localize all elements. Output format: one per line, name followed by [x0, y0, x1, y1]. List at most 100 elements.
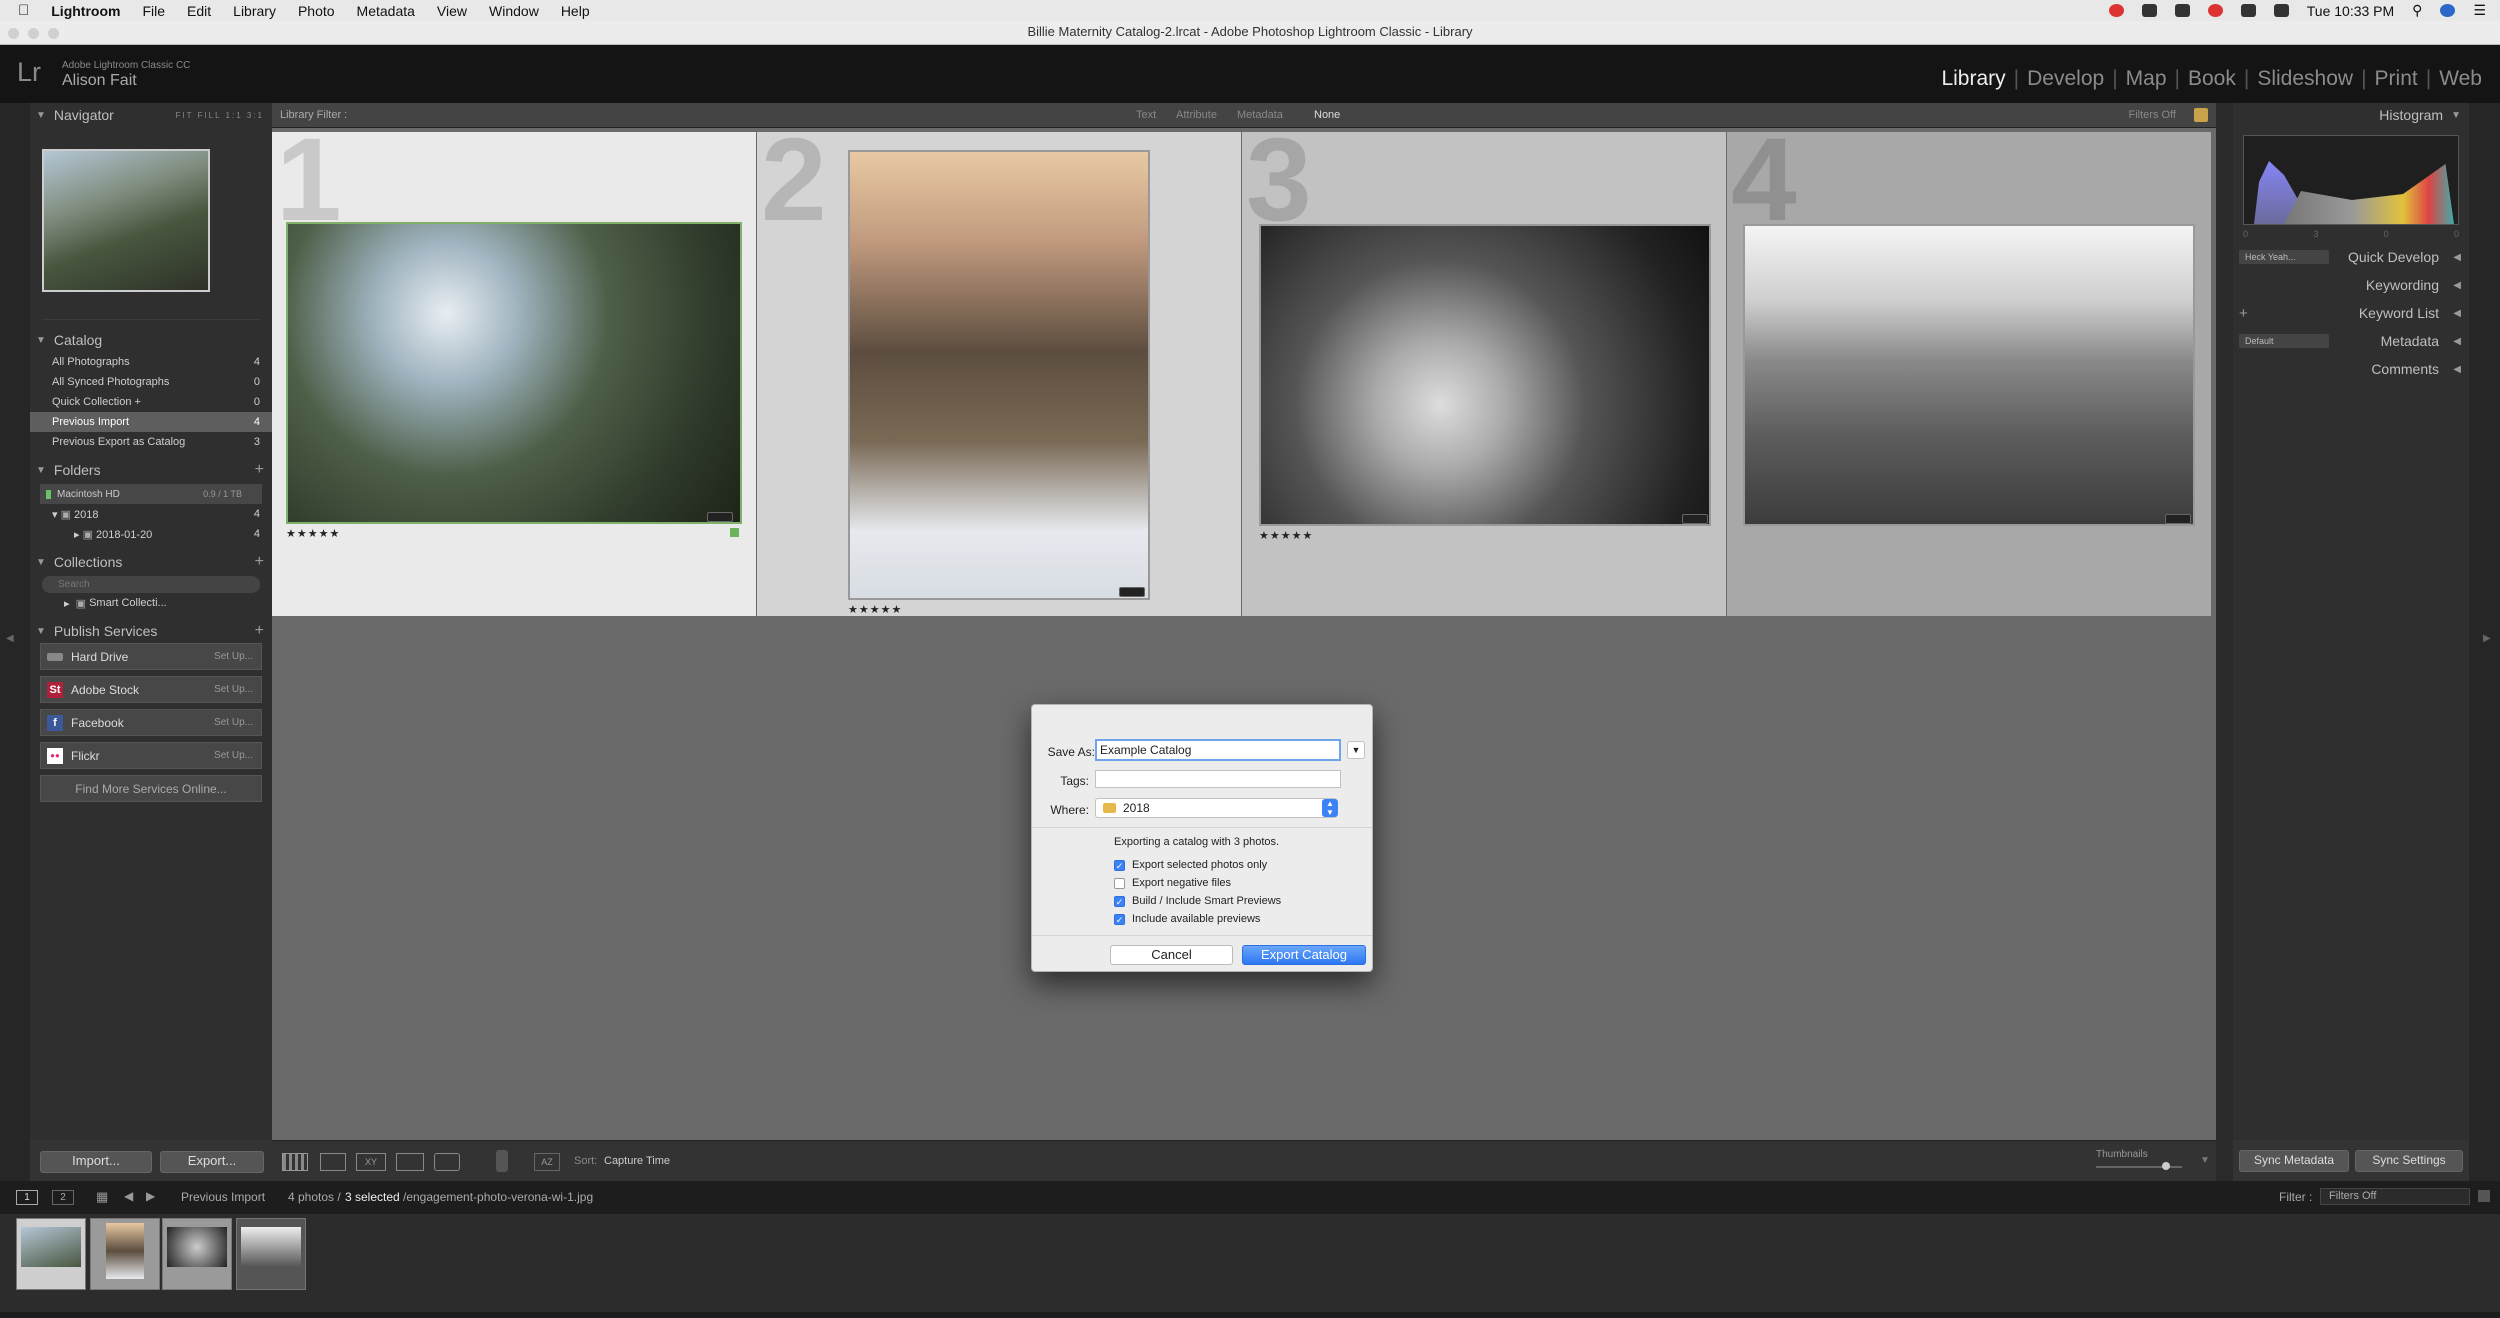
- display-icon[interactable]: [2174, 4, 2190, 17]
- filter-lock-icon[interactable]: [2194, 108, 2208, 122]
- add-keyword-icon[interactable]: +: [2239, 305, 2248, 322]
- add-folder-icon[interactable]: +: [255, 461, 264, 479]
- star-rating[interactable]: ★★★★★: [848, 603, 902, 616]
- filter-lock-icon[interactable]: [2478, 1190, 2490, 1202]
- quick-develop-header[interactable]: Heck Yeah... Quick Develop ◀: [2233, 245, 2469, 269]
- module-develop[interactable]: Develop: [2019, 67, 2112, 91]
- star-rating[interactable]: ★★★★★: [1259, 529, 1313, 542]
- expand-dialog-chevron-icon[interactable]: ▼: [1347, 741, 1365, 759]
- wifi-icon[interactable]: [2273, 4, 2289, 17]
- menu-library[interactable]: Library: [233, 3, 276, 19]
- filter-metadata[interactable]: Metadata: [1237, 109, 1283, 121]
- apple-icon[interactable]: : [18, 2, 29, 19]
- forward-arrow-icon[interactable]: ▶: [146, 1189, 155, 1203]
- edit-badge-icon[interactable]: [707, 512, 733, 522]
- minimize-window-button[interactable]: [28, 28, 39, 39]
- thumbnail-slider-thumb[interactable]: [2162, 1162, 2170, 1170]
- navigator-preview[interactable]: [42, 149, 210, 292]
- collections-header[interactable]: ▼ Collections +: [30, 550, 272, 574]
- publish-facebook[interactable]: f Facebook Set Up...: [40, 709, 262, 736]
- filmstrip-thumbnail[interactable]: [162, 1218, 232, 1290]
- histogram[interactable]: [2243, 135, 2459, 225]
- export-button[interactable]: Export...: [160, 1151, 264, 1173]
- option-include-previews[interactable]: ✓ Include available previews: [1114, 913, 1260, 925]
- zoom-fill[interactable]: FILL: [198, 111, 222, 120]
- folders-header[interactable]: ▼ Folders +: [30, 458, 272, 482]
- find-more-services-button[interactable]: Find More Services Online...: [40, 775, 262, 802]
- catalog-item-quick-collection[interactable]: Quick Collection +0: [30, 392, 272, 412]
- menu-help[interactable]: Help: [561, 3, 590, 19]
- dropbox-icon[interactable]: [2141, 4, 2157, 17]
- save-as-input[interactable]: Example Catalog: [1095, 739, 1341, 761]
- edit-badge-icon[interactable]: [2165, 514, 2191, 524]
- right-panel-toggle-icon[interactable]: ▶: [2483, 633, 2491, 644]
- bluetooth-icon[interactable]: [2240, 4, 2256, 17]
- keyword-list-header[interactable]: + Keyword List ◀: [2233, 301, 2469, 325]
- volume-bar[interactable]: Macintosh HD 0.9 / 1 TB: [40, 484, 262, 504]
- setup-link[interactable]: Set Up...: [214, 651, 253, 662]
- publish-flickr[interactable]: ●● Flickr Set Up...: [40, 742, 262, 769]
- publish-adobe-stock[interactable]: St Adobe Stock Set Up...: [40, 676, 262, 703]
- sync-settings-button[interactable]: Sync Settings: [2355, 1150, 2463, 1172]
- left-panel-toggle-icon[interactable]: ◀: [6, 633, 14, 644]
- grid-view-icon[interactable]: [282, 1153, 308, 1171]
- checkbox-checked-icon[interactable]: ✓: [1114, 859, 1125, 871]
- menu-app[interactable]: Lightroom: [51, 3, 120, 19]
- filmstrip-thumbnail[interactable]: [90, 1218, 160, 1290]
- main-window-button[interactable]: 1: [16, 1190, 38, 1205]
- grid-cell-2[interactable]: 2 ★★★★★: [757, 132, 1241, 616]
- module-web[interactable]: Web: [2431, 67, 2490, 91]
- metadata-preset-dropdown[interactable]: Default: [2239, 334, 2329, 348]
- where-select[interactable]: 2018: [1095, 798, 1337, 818]
- zoom-3to1[interactable]: 3:1: [247, 111, 264, 120]
- menu-edit[interactable]: Edit: [187, 3, 211, 19]
- catalog-item-all-synced[interactable]: All Synced Photographs 0: [30, 372, 272, 392]
- catalog-item-previous-import[interactable]: Previous Import 4: [30, 412, 272, 432]
- keywording-header[interactable]: Keywording ◀: [2233, 273, 2469, 297]
- secondary-window-button[interactable]: 2: [52, 1190, 74, 1205]
- publish-services-header[interactable]: ▼ Publish Services +: [30, 619, 272, 643]
- folder-2018[interactable]: ▾ ▣ 2018 4: [30, 504, 272, 524]
- histogram-header[interactable]: Histogram ▼: [2233, 103, 2469, 127]
- module-library[interactable]: Library: [1933, 67, 2013, 91]
- notification-center-icon[interactable]: ☰: [2473, 2, 2486, 19]
- survey-view-icon[interactable]: [396, 1153, 424, 1171]
- module-slideshow[interactable]: Slideshow: [2249, 67, 2361, 91]
- option-build-smart-previews[interactable]: ✓ Build / Include Smart Previews: [1114, 895, 1281, 907]
- checkbox-checked-icon[interactable]: ✓: [1114, 913, 1125, 925]
- star-rating[interactable]: ★★★★★: [286, 527, 340, 540]
- module-book[interactable]: Book: [2180, 67, 2244, 91]
- menu-metadata[interactable]: Metadata: [357, 3, 415, 19]
- where-stepper-icon[interactable]: ▲ ▼: [1322, 799, 1338, 817]
- zoom-fit[interactable]: FIT: [175, 111, 193, 120]
- publish-hard-drive[interactable]: Hard Drive Set Up...: [40, 643, 262, 670]
- option-export-negative-files[interactable]: Export negative files: [1114, 877, 1231, 889]
- spotlight-icon[interactable]: ⚲: [2412, 2, 2422, 19]
- grid-cell-3[interactable]: 3 ★★★★★: [1242, 132, 1726, 616]
- setup-link[interactable]: Set Up...: [214, 750, 253, 761]
- catalog-item-previous-export[interactable]: Previous Export as Catalog 3: [30, 432, 272, 452]
- catalog-item-all-photographs[interactable]: All Photographs 4: [30, 352, 272, 372]
- navigator-header[interactable]: ▼ Navigator FIT FILL 1:1 3:1: [30, 103, 272, 127]
- sync-metadata-button[interactable]: Sync Metadata: [2239, 1150, 2349, 1172]
- siri-icon[interactable]: [2440, 4, 2456, 17]
- photo-thumbnail[interactable]: [286, 222, 742, 524]
- filters-off-dropdown[interactable]: Filters Off: [2129, 109, 2176, 121]
- folder-2018-01-20[interactable]: ▸ ▣ 2018-01-20 4: [30, 524, 272, 544]
- filmstrip-thumbnail[interactable]: [236, 1218, 306, 1290]
- sort-direction-icon[interactable]: AZ: [534, 1153, 560, 1171]
- setup-link[interactable]: Set Up...: [214, 717, 253, 728]
- grid-cell-1[interactable]: 1 ★★★★★: [272, 132, 756, 616]
- menu-file[interactable]: File: [142, 3, 165, 19]
- creative-cloud-icon[interactable]: [2108, 4, 2124, 17]
- cancel-button[interactable]: Cancel: [1110, 945, 1233, 965]
- export-catalog-button[interactable]: Export Catalog: [1242, 945, 1366, 965]
- filter-attribute[interactable]: Attribute: [1176, 109, 1217, 121]
- zoom-window-button[interactable]: [48, 28, 59, 39]
- filmstrip-filter-dropdown[interactable]: Filters Off: [2320, 1188, 2470, 1205]
- compare-view-icon[interactable]: XY: [356, 1153, 386, 1171]
- painter-icon[interactable]: [496, 1150, 508, 1172]
- filter-none[interactable]: None: [1314, 109, 1340, 121]
- flag-badge-icon[interactable]: [730, 528, 739, 537]
- catalog-header[interactable]: ▼ Catalog: [30, 328, 272, 352]
